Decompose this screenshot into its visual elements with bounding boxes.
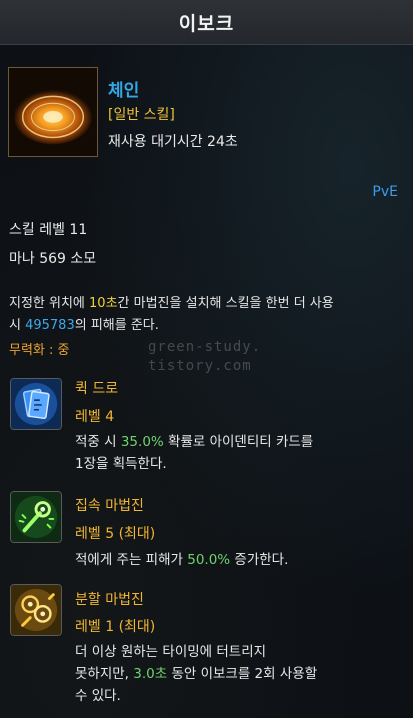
duration-value: 10초	[89, 296, 118, 311]
pve-badge: PvE	[372, 184, 398, 200]
cooldown-text: 재사용 대기시간 24초	[108, 134, 238, 150]
split-magic-icon	[10, 584, 62, 636]
watermark: green-study. tistory.com	[148, 339, 262, 374]
stagger-label: 무력화 : 중	[9, 343, 70, 358]
focus-magic-icon	[10, 491, 62, 543]
tripod-description: 적중 시 35.0% 확률로 아이덴티티 카드를 1장을 획득한다.	[75, 434, 314, 472]
tripod-level: 레벨 5 (최대)	[75, 526, 156, 542]
magic-circle-icon	[8, 67, 98, 157]
tripod-description: 적에게 주는 피해가 50.0% 증가한다.	[75, 552, 289, 568]
skill-name: 체인	[108, 81, 140, 101]
skill-description: 지정한 위치에 10초간 마법진을 설치해 스킬을 한번 더 사용 시 4957…	[9, 296, 334, 333]
tripod-name: 분할 마법진	[75, 592, 144, 608]
tripod-description: 더 이상 원하는 타이밍에 터트리지 못하지만, 3.0초 동안 이보크를 2회…	[75, 644, 318, 704]
skill-type: [일반 스킬]	[108, 107, 175, 123]
tripod-level: 레벨 4	[75, 409, 115, 425]
tripod-name: 퀵 드로	[75, 381, 119, 397]
skill-level: 스킬 레벨 11	[9, 222, 88, 238]
card-icon	[10, 378, 62, 430]
mana-cost: 마나 569 소모	[9, 251, 97, 267]
tooltip-header: 이보크	[0, 0, 413, 45]
damage-value: 495783	[25, 318, 75, 333]
tripod-level: 레벨 1 (최대)	[75, 619, 156, 635]
tripod-name: 집속 마법진	[75, 498, 144, 514]
tooltip-title: 이보크	[178, 12, 235, 35]
